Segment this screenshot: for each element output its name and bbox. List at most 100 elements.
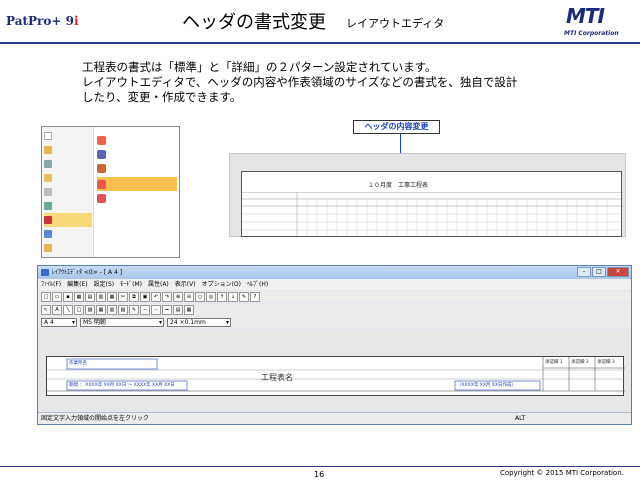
merge-icon[interactable]: ▤ — [173, 305, 183, 315]
maximize-button[interactable]: □ — [592, 267, 606, 277]
fit-icon[interactable]: ◎ — [206, 292, 216, 302]
doc-cell-created: （XXXX年 XX月 XX日作成） — [457, 383, 517, 388]
toolbar-main: □ ▭ ▪ ▦ ▤ ▥ ▦ ✂ ⧉ ▣ ↶ ↷ ⊕ ⊖ ○ ◎ ↑ ↓ ✎ ? — [38, 291, 631, 303]
menu-item — [44, 143, 92, 157]
status-text: 固定文字入力領域の開始点を左クリック — [41, 415, 150, 422]
grid-icon[interactable]: ▦ — [107, 292, 117, 302]
submenu-item — [97, 191, 177, 205]
menu-item — [44, 199, 92, 213]
arrow-down-icon[interactable]: ↓ — [228, 292, 238, 302]
page-subtitle: レイアウトエディタ — [346, 17, 445, 30]
font-toolbar: A 4 MS 明朝 24 ×0.1mm — [38, 317, 631, 328]
doc-cell-approval-2: 承認欄 2 — [571, 360, 589, 365]
menu-options[interactable]: オプション(O) — [202, 279, 241, 290]
status-bar: 固定文字入力領域の開始点を左クリック ALT — [38, 412, 631, 424]
select-arrow-icon[interactable]: ↖ — [41, 305, 51, 315]
app-icon — [41, 269, 49, 276]
cut-icon[interactable]: ✂ — [118, 292, 128, 302]
submenu-item — [97, 147, 177, 161]
page-title: ヘッダの書式変更 — [182, 12, 326, 33]
help-icon[interactable]: ? — [250, 292, 260, 302]
header-preview-sheet: １０月度 工事工程表 — [241, 171, 623, 238]
description-line-2: レイアウトエディタで、ヘッダの内容や作表領域のサイズなどの書式を、独自で設計 — [82, 75, 518, 89]
doc-cell-period: 期間 ： XXXX年 XX月 XX日 ～ XXXX年 XX月 XX日 — [69, 383, 175, 388]
layout-editor-window: ﾚｲｱｳﾄｴﾃﾞｨﾀ <0> - [ A 4 ] – □ ✕ ﾌｧｲﾙ(F) 編… — [37, 265, 632, 425]
zoom-out-icon[interactable]: ⊖ — [184, 292, 194, 302]
menu-item — [44, 185, 92, 199]
arrow-up-icon[interactable]: ↑ — [217, 292, 227, 302]
text-a-icon[interactable]: A — [52, 305, 62, 315]
submenu-item — [97, 133, 177, 147]
close-button[interactable]: ✕ — [607, 267, 629, 277]
footer-divider — [0, 466, 640, 467]
patpro-logo: PatPro+ 9i — [6, 14, 79, 28]
redo-icon[interactable]: ↷ — [162, 292, 172, 302]
table-icon[interactable]: ▦ — [74, 292, 84, 302]
doc-cell-approval-3: 承認欄 3 — [597, 360, 615, 365]
menu-mode[interactable]: ﾓｰﾄﾞ(M) — [120, 279, 142, 290]
backstage-menu-screenshot — [41, 126, 180, 258]
header-divider — [0, 42, 640, 44]
open-icon[interactable]: ▭ — [52, 292, 62, 302]
new-icon[interactable]: □ — [41, 292, 51, 302]
zoom-in-icon[interactable]: ⊕ — [173, 292, 183, 302]
size-select[interactable]: 24 ×0.1mm — [167, 318, 231, 327]
hline-icon[interactable]: ─ — [140, 305, 150, 315]
dash-icon[interactable]: ┄ — [151, 305, 161, 315]
split-icon[interactable]: ▦ — [184, 305, 194, 315]
toolbar-draw: ↖ A ╲ □ ▨ ▦ ▥ ▧ ✎ ─ ┄ ━ ▤ ▦ — [38, 304, 631, 316]
zoom-icon[interactable]: ○ — [195, 292, 205, 302]
paste-icon[interactable]: ▣ — [140, 292, 150, 302]
menu-view[interactable]: 表示(V) — [175, 279, 196, 290]
preview-icon[interactable]: ▥ — [96, 292, 106, 302]
menu-item — [44, 171, 92, 185]
doc-cell-site: 作業所名 — [69, 361, 87, 366]
print-icon[interactable]: ▤ — [85, 292, 95, 302]
undo-icon[interactable]: ↶ — [151, 292, 161, 302]
copyright: Copyright © 2015 MTI Corporation. — [500, 469, 624, 477]
menu-right-pane — [95, 127, 179, 257]
menu-help[interactable]: ﾍﾙﾌﾟ(H) — [247, 279, 268, 290]
fill-icon[interactable]: ▨ — [85, 305, 95, 315]
page-number: 16 — [314, 470, 325, 479]
description-line-3: したり、変更・作成できます。 — [82, 90, 242, 104]
font-select[interactable]: MS 明朝 — [80, 318, 164, 327]
sheet-grid — [242, 192, 623, 238]
menu-item — [44, 227, 92, 241]
window-title: ﾚｲｱｳﾄｴﾃﾞｨﾀ <0> - [ A 4 ] — [52, 269, 123, 276]
menu-item — [44, 157, 92, 171]
submenu-item-selected — [97, 177, 177, 191]
doc-cell-chart-title: 工程表名 — [261, 373, 293, 382]
thick-line-icon[interactable]: ━ — [162, 305, 172, 315]
erase-icon[interactable]: ▧ — [118, 305, 128, 315]
editor-canvas[interactable]: 作業所名 工程表名 期間 ： XXXX年 XX月 XX日 ～ XXXX年 XX月… — [38, 329, 631, 410]
box-icon[interactable]: □ — [74, 305, 84, 315]
description: 工程表の書式は「標準」と「詳細」の２パターン設定されています。 レイアウトエディ… — [82, 60, 602, 105]
menu-file[interactable]: ﾌｧｲﾙ(F) — [41, 279, 61, 290]
mti-logo: MTI MTI Corporation — [564, 4, 619, 37]
menu-attribute[interactable]: 属性(A) — [148, 279, 169, 290]
tool-icon[interactable]: ✎ — [239, 292, 249, 302]
status-alt: ALT — [515, 415, 526, 422]
pen-icon[interactable]: ✎ — [129, 305, 139, 315]
menu-item — [44, 129, 92, 143]
paper-select[interactable]: A 4 — [41, 318, 77, 327]
description-line-1: 工程表の書式は「標準」と「詳細」の２パターン設定されています。 — [82, 60, 437, 74]
menu-item — [44, 241, 92, 255]
header-layout[interactable]: 作業所名 工程表名 期間 ： XXXX年 XX月 XX日 ～ XXXX年 XX月… — [46, 356, 625, 396]
sheet-title: １０月度 工事工程表 — [368, 182, 429, 189]
menu-item-selected — [44, 213, 92, 227]
menu-left-pane — [42, 127, 94, 257]
line-icon[interactable]: ╲ — [63, 305, 73, 315]
header-edit-callout: ヘッダの内容変更 — [353, 120, 440, 134]
save-icon[interactable]: ▪ — [63, 292, 73, 302]
menu-edit[interactable]: 編集(E) — [67, 279, 87, 290]
align-icon[interactable]: ▥ — [107, 305, 117, 315]
submenu-item — [97, 161, 177, 175]
minimize-button[interactable]: – — [577, 267, 591, 277]
window-titlebar[interactable]: ﾚｲｱｳﾄｴﾃﾞｨﾀ <0> - [ A 4 ] – □ ✕ — [38, 266, 631, 279]
menu-bar: ﾌｧｲﾙ(F) 編集(E) 設定(S) ﾓｰﾄﾞ(M) 属性(A) 表示(V) … — [38, 279, 631, 290]
cell-icon[interactable]: ▦ — [96, 305, 106, 315]
copy-icon[interactable]: ⧉ — [129, 292, 139, 302]
menu-settings[interactable]: 設定(S) — [94, 279, 115, 290]
